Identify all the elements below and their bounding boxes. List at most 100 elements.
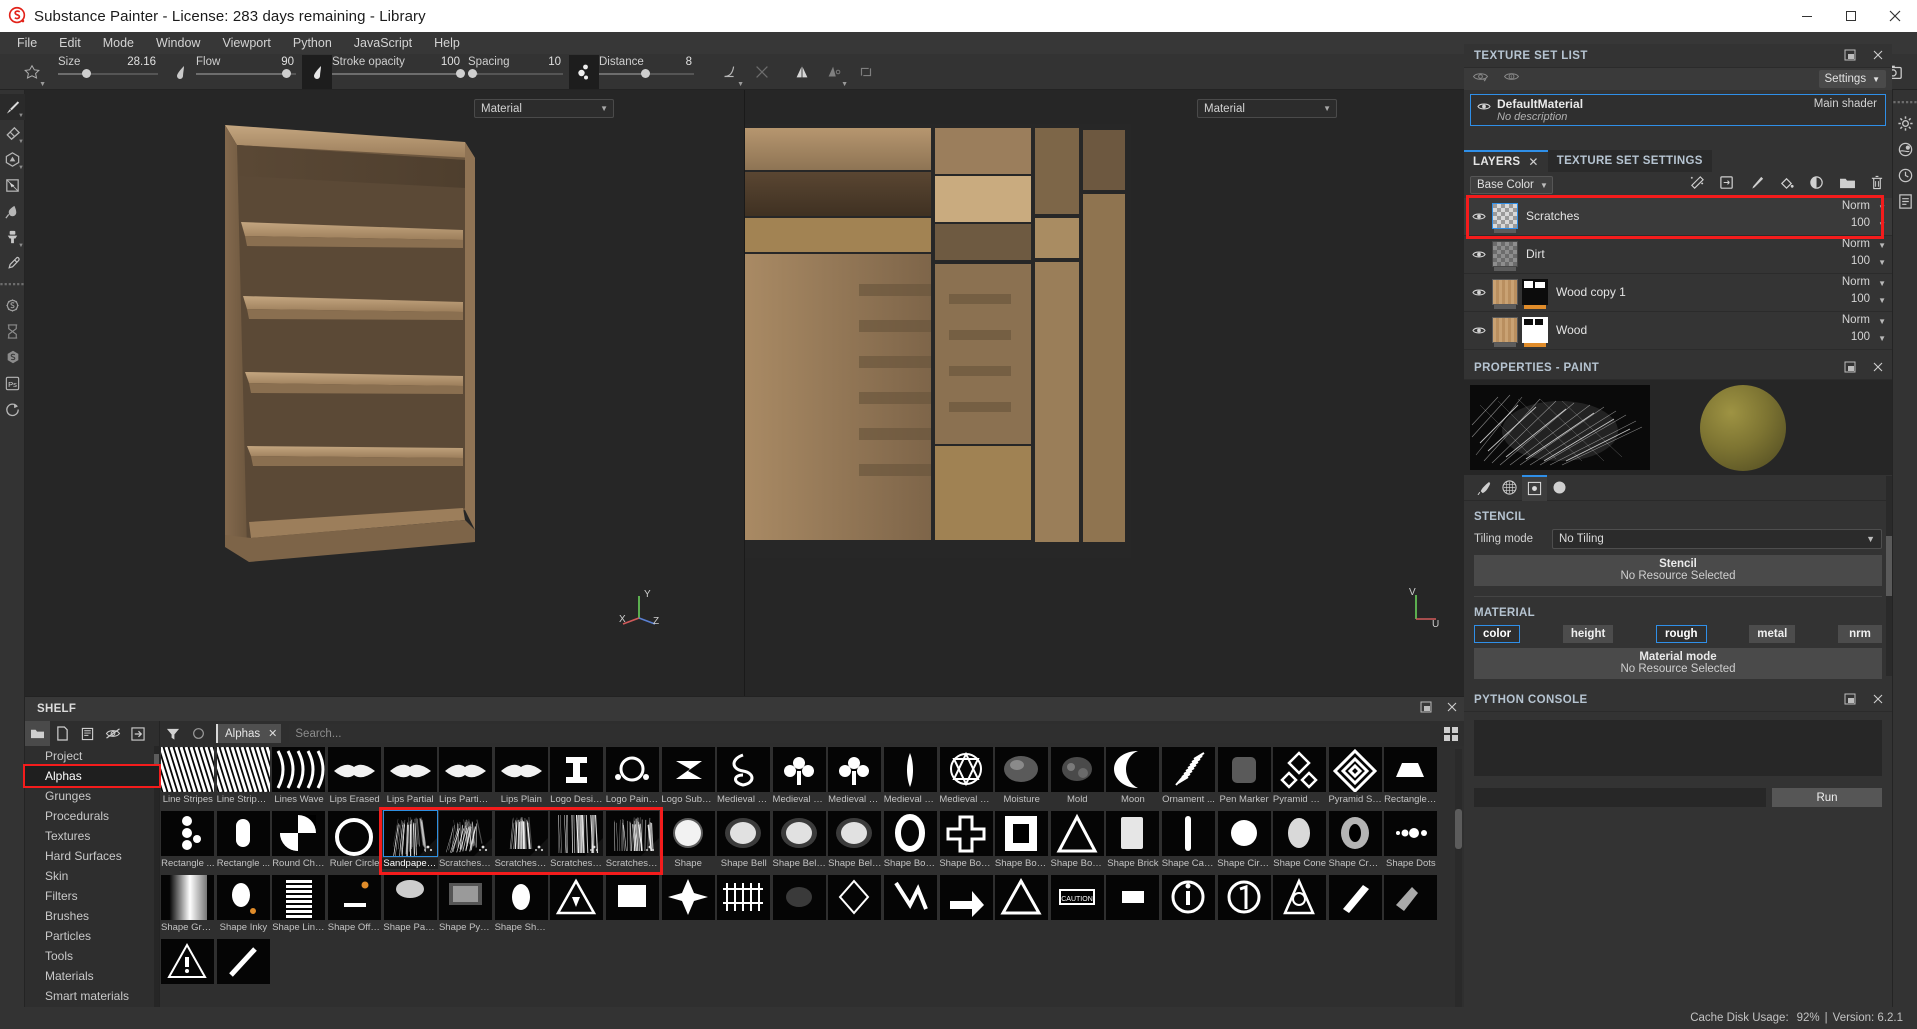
shelf-item[interactable]: Sandpaper ...	[382, 810, 438, 874]
layer-mask-thumbnail[interactable]	[1522, 317, 1548, 343]
shelf-item[interactable]: Rectangle ...	[160, 810, 216, 874]
param-spacing[interactable]: Spacing 10	[468, 55, 563, 89]
shelf-item[interactable]: Lips Plain	[494, 746, 550, 810]
layer-thumbnail[interactable]	[1492, 279, 1518, 305]
layer-thumbnail[interactable]	[1492, 203, 1518, 229]
shelf-item[interactable]	[772, 874, 828, 938]
eye-icon[interactable]	[1472, 247, 1486, 265]
shelf-item[interactable]: Lines Wave	[271, 746, 327, 810]
shelf-item[interactable]: Shape Cone	[1272, 810, 1328, 874]
layer-mask-thumbnail[interactable]	[1522, 279, 1548, 305]
shelf-item[interactable]: Shape Bord...	[938, 810, 994, 874]
properties-float-button[interactable]	[1844, 360, 1856, 378]
shelf-item[interactable]: Shape Circl...	[1216, 810, 1272, 874]
material-picker-icon[interactable]	[0, 292, 25, 318]
shelf-item[interactable]: Shape Offset	[327, 874, 382, 938]
shelf-item[interactable]: Pyramid Do...	[1272, 746, 1327, 810]
material-channel-metal[interactable]: metal	[1749, 625, 1796, 643]
photoshop-icon[interactable]: Ps	[0, 370, 25, 396]
tab-layers[interactable]: LAYERS ✕	[1464, 150, 1548, 172]
shelf-category-textures[interactable]: Textures	[25, 826, 159, 846]
shelf-item[interactable]	[160, 938, 216, 1002]
eye-icon[interactable]	[1472, 285, 1486, 303]
layer-blend-mode[interactable]: Norm	[1842, 200, 1870, 212]
shelf-item[interactable]: Shape Pyra...	[438, 874, 494, 938]
toggle-all-visibility-icon[interactable]	[1472, 70, 1489, 88]
minimize-button[interactable]	[1785, 0, 1829, 32]
shelf-item[interactable]: Moisture	[994, 746, 1050, 810]
shelf-categories-scrollbar[interactable]	[154, 746, 159, 1029]
layer-opacity[interactable]: 100	[1851, 255, 1870, 267]
shelf-category-materials[interactable]: Materials	[25, 966, 159, 986]
material-dropzone[interactable]: Material mode No Resource Selected	[1474, 648, 1882, 679]
shelf-grid-scrollbar[interactable]	[1455, 749, 1462, 1025]
shelf-item[interactable]: Shape Bord...	[883, 810, 938, 874]
shelf-item[interactable]: Lips Partial ...	[438, 746, 494, 810]
layer-blend-mode[interactable]: Norm	[1842, 276, 1870, 288]
shelf-item[interactable]: Medieval S...	[938, 746, 994, 810]
shelf-item[interactable]: Rectangle ...	[216, 810, 272, 874]
color-picker-icon[interactable]	[0, 250, 25, 276]
shelf-category-project[interactable]: Project	[25, 746, 159, 766]
shelf-item[interactable]: Shape Lines...	[271, 874, 327, 938]
shelf-item[interactable]: Scratches S...	[605, 810, 660, 874]
filter-icon[interactable]	[160, 727, 186, 741]
properties-close-button[interactable]	[1872, 360, 1884, 378]
shelf-item[interactable]: Shape Dots	[1383, 810, 1439, 874]
texture-set-list-close-button[interactable]	[1872, 48, 1884, 66]
shelf-item[interactable]: Shape Bord...	[994, 810, 1050, 874]
history-icon[interactable]	[1893, 162, 1917, 188]
shelf-category-tools[interactable]: Tools	[25, 946, 159, 966]
shelf-item[interactable]: Line Stripes ...	[216, 746, 271, 810]
close-icon[interactable]: ✕	[268, 727, 277, 740]
projection-icon[interactable]: ▼	[0, 146, 25, 172]
python-run-button[interactable]: Run	[1772, 788, 1882, 807]
shelf-item[interactable]: Line Stripes	[160, 746, 216, 810]
shelf-item[interactable]	[827, 874, 883, 938]
shelf-item[interactable]: Lips Partial	[382, 746, 438, 810]
shelf-item[interactable]: Logo Desig...	[549, 746, 605, 810]
brush-tab[interactable]	[1472, 475, 1497, 501]
shelf-category-filters[interactable]: Filters	[25, 886, 159, 906]
shelf-item[interactable]: Round Che...	[271, 810, 327, 874]
tiling-mode-select[interactable]: No Tiling ▼	[1552, 529, 1882, 549]
menu-mode[interactable]: Mode	[92, 33, 145, 53]
viewport-2d[interactable]: Material ▼ V U	[745, 90, 1464, 696]
menu-help[interactable]: Help	[423, 33, 471, 53]
material-channel-height[interactable]: height	[1562, 625, 1614, 643]
shelf-item[interactable]: CAUTION	[1050, 874, 1106, 938]
shelf-category-alphas[interactable]: Alphas	[23, 764, 161, 788]
shelf-item[interactable]: Shape Shar...	[494, 874, 549, 938]
menu-python[interactable]: Python	[282, 33, 343, 53]
layer-row[interactable]: Wood copy 1 Norm ▼ 100 ▼	[1464, 274, 1892, 312]
layer-opacity[interactable]: 100	[1851, 217, 1870, 229]
refresh-circle-icon[interactable]	[186, 727, 210, 740]
shelf-close-button[interactable]	[1446, 700, 1458, 718]
shelf-category-procedurals[interactable]: Procedurals	[25, 806, 159, 826]
shelf-item[interactable]: Moon	[1105, 746, 1161, 810]
menu-window[interactable]: Window	[145, 33, 211, 53]
eye-icon[interactable]	[1472, 209, 1486, 227]
python-console-float-button[interactable]	[1844, 692, 1856, 710]
shelf-item[interactable]	[1327, 874, 1383, 938]
shelf-item[interactable]: Shape Grad...	[160, 874, 216, 938]
shelf-item[interactable]: Shape Bell	[716, 810, 772, 874]
clone-stamp-icon[interactable]: ▼	[0, 224, 25, 250]
layer-row[interactable]: Wood Norm ▼ 100 ▼	[1464, 312, 1892, 350]
python-console-close-button[interactable]	[1872, 692, 1884, 710]
shelf-item[interactable]	[1272, 874, 1328, 938]
close-icon[interactable]: ✕	[1528, 155, 1538, 169]
shelf-item[interactable]	[1383, 874, 1439, 938]
shelf-item[interactable]	[716, 874, 772, 938]
shelf-item[interactable]	[1105, 874, 1161, 938]
brush-preset-icon[interactable]: ▼	[16, 55, 48, 89]
menu-edit[interactable]: Edit	[48, 33, 92, 53]
shelf-item[interactable]	[994, 874, 1050, 938]
material-tab[interactable]	[1547, 475, 1572, 501]
shelf-category-brushes[interactable]: Brushes	[25, 906, 159, 926]
folder-icon[interactable]	[25, 721, 50, 746]
material-channel-rough[interactable]: rough	[1656, 625, 1707, 643]
delete-icon[interactable]	[1870, 175, 1884, 196]
shelf-item[interactable]: Medieval P...	[883, 746, 939, 810]
shelf-item[interactable]	[883, 874, 939, 938]
